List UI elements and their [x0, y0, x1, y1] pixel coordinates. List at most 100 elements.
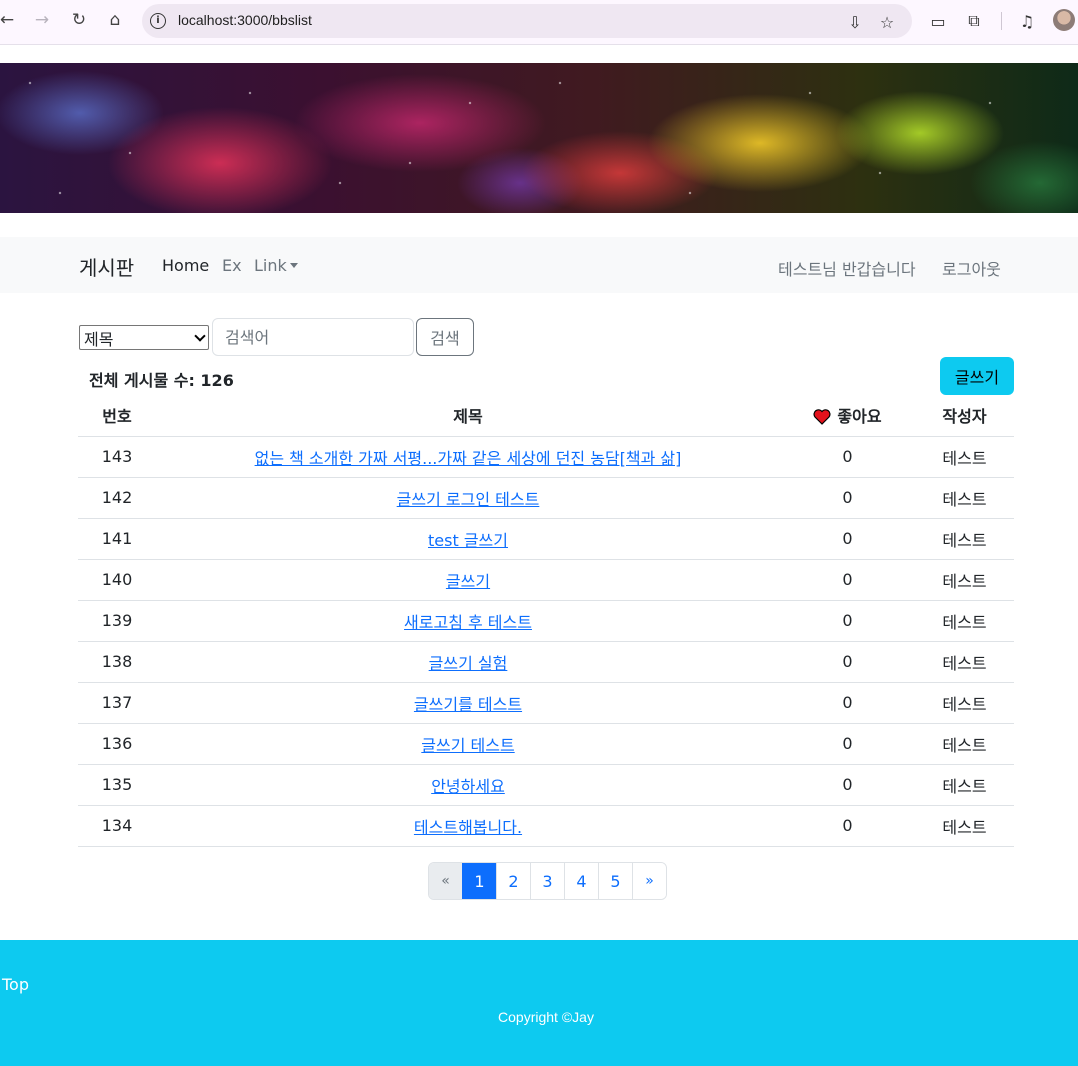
post-title-link[interactable]: 없는 책 소개한 가짜 서평...가짜 같은 세상에 던진 농담[책과 삶]	[255, 449, 682, 468]
table-row: 143 없는 책 소개한 가짜 서평...가짜 같은 세상에 던진 농담[책과 삶…	[78, 436, 1014, 478]
banner-stars	[0, 63, 1078, 213]
post-author: 테스트	[915, 641, 1014, 683]
table-row: 136 글쓰기 테스트 0 테스트	[78, 723, 1014, 765]
post-likes: 0	[780, 600, 915, 642]
post-title-link[interactable]: 글쓰기 테스트	[421, 736, 514, 755]
post-number: 140	[78, 559, 156, 601]
post-number: 135	[78, 764, 156, 806]
logout-link[interactable]: 로그아웃	[942, 256, 1001, 280]
table-header-row: 번호 제목 좋아요 작성자	[78, 395, 1014, 437]
column-header-title: 제목	[156, 395, 780, 437]
nav-link-label: Link	[254, 256, 287, 275]
reload-icon[interactable]: ↻	[66, 7, 92, 33]
post-author: 테스트	[915, 682, 1014, 724]
home-icon[interactable]: ⌂	[102, 7, 128, 33]
search-select-value: 제목	[84, 329, 114, 349]
table-row: 137 글쓰기를 테스트 0 테스트	[78, 682, 1014, 724]
page-prev-button[interactable]: «	[429, 863, 462, 899]
post-likes: 0	[780, 477, 915, 519]
extensions-icon[interactable]: ⧉	[963, 9, 985, 33]
post-author: 테스트	[915, 518, 1014, 560]
post-number: 136	[78, 723, 156, 765]
post-author: 테스트	[915, 559, 1014, 601]
site-navbar: 게시판 Home Ex Link 테스트님 반갑습니다 로그아웃	[0, 237, 1078, 293]
page-button-5[interactable]: 5	[598, 863, 632, 899]
page-next-button[interactable]: »	[632, 863, 666, 899]
toolbar-divider	[1001, 12, 1002, 30]
post-title-link[interactable]: 안녕하세요	[431, 777, 505, 796]
table-row: 134 테스트해봅니다. 0 테스트	[78, 805, 1014, 847]
post-likes: 0	[780, 764, 915, 806]
browser-toolbar: ← → ↻ ⌂ i localhost:3000/bbslist ⇩ ☆ ▭ ⧉…	[0, 0, 1078, 45]
post-author: 테스트	[915, 723, 1014, 765]
install-app-icon[interactable]: ⇩	[844, 11, 866, 33]
heart-icon	[813, 409, 831, 426]
post-title-link[interactable]: 글쓰기를 테스트	[414, 695, 522, 714]
post-likes: 0	[780, 641, 915, 683]
post-likes: 0	[780, 723, 915, 765]
table-row: 138 글쓰기 실험 0 테스트	[78, 641, 1014, 683]
page-button-4[interactable]: 4	[564, 863, 598, 899]
post-number: 143	[78, 436, 156, 478]
profile-avatar[interactable]	[1053, 9, 1075, 31]
media-control-icon[interactable]: ♫	[1016, 9, 1038, 33]
back-to-top-link[interactable]: Top	[2, 975, 29, 994]
post-author: 테스트	[915, 764, 1014, 806]
page-button-1[interactable]: 1	[462, 863, 496, 899]
address-url[interactable]: localhost:3000/bbslist	[178, 12, 312, 28]
back-icon[interactable]: ←	[0, 7, 20, 33]
post-likes: 0	[780, 682, 915, 724]
post-likes: 0	[780, 559, 915, 601]
table-row: 142 글쓰기 로그인 테스트 0 테스트	[78, 477, 1014, 519]
site-info-icon[interactable]: i	[150, 13, 166, 29]
write-post-button[interactable]: 글쓰기	[940, 357, 1014, 395]
navbar-brand[interactable]: 게시판	[79, 252, 134, 281]
table-row: 139 새로고침 후 테스트 0 테스트	[78, 600, 1014, 642]
nav-ex-link[interactable]: Ex	[222, 256, 242, 275]
caret-down-icon	[289, 263, 298, 268]
post-title-link[interactable]: test 글쓰기	[428, 531, 508, 550]
post-likes: 0	[780, 805, 915, 847]
site-footer: Top Copyright ©Jay	[0, 940, 1078, 1066]
post-title-link[interactable]: 새로고침 후 테스트	[404, 613, 532, 632]
post-number: 134	[78, 805, 156, 847]
page-button-3[interactable]: 3	[530, 863, 564, 899]
post-author: 테스트	[915, 600, 1014, 642]
table-row: 140 글쓰기 0 테스트	[78, 559, 1014, 601]
bookmark-star-icon[interactable]: ☆	[876, 11, 898, 33]
nav-link-dropdown[interactable]: Link	[254, 256, 298, 275]
post-number: 137	[78, 682, 156, 724]
post-author: 테스트	[915, 436, 1014, 478]
search-field-select[interactable]: 제목	[79, 325, 209, 350]
search-input[interactable]	[212, 318, 414, 356]
pagination: « 1 2 3 4 5 »	[428, 862, 667, 900]
forward-icon[interactable]: →	[29, 7, 55, 33]
board-table: 번호 제목 좋아요 작성자 143 없는 책 소개한 가짜 서평...가짜 같은 …	[78, 395, 1014, 847]
greeting-text: 테스트님 반갑습니다	[778, 260, 916, 279]
post-author: 테스트	[915, 477, 1014, 519]
likes-header-label: 좋아요	[837, 407, 882, 427]
cast-icon[interactable]: ▭	[927, 9, 949, 33]
post-title-link[interactable]: 글쓰기	[446, 572, 490, 591]
search-button[interactable]: 검색	[416, 318, 474, 356]
table-row: 141 test 글쓰기 0 테스트	[78, 518, 1014, 560]
post-title-link[interactable]: 글쓰기 실험	[429, 654, 508, 673]
post-number: 142	[78, 477, 156, 519]
page-button-2[interactable]: 2	[496, 863, 530, 899]
table-row: 135 안녕하세요 0 테스트	[78, 764, 1014, 806]
board-rows: 143 없는 책 소개한 가짜 서평...가짜 같은 세상에 던진 농담[책과 삶…	[78, 436, 1014, 847]
column-header-likes: 좋아요	[780, 395, 915, 437]
post-title-link[interactable]: 테스트해봅니다.	[414, 818, 522, 837]
column-header-number: 번호	[78, 395, 156, 437]
post-likes: 0	[780, 436, 915, 478]
nav-home-link[interactable]: Home	[162, 256, 209, 275]
total-post-count: 전체 게시물 수: 126	[89, 371, 234, 390]
column-header-author: 작성자	[915, 395, 1014, 437]
chevron-down-icon	[194, 330, 206, 342]
post-title-link[interactable]: 글쓰기 로그인 테스트	[397, 490, 540, 509]
post-author: 테스트	[915, 805, 1014, 847]
copyright-text: Copyright ©Jay	[498, 1009, 594, 1025]
post-number: 139	[78, 600, 156, 642]
post-number: 138	[78, 641, 156, 683]
address-bar[interactable]: i localhost:3000/bbslist ⇩ ☆	[142, 4, 912, 38]
